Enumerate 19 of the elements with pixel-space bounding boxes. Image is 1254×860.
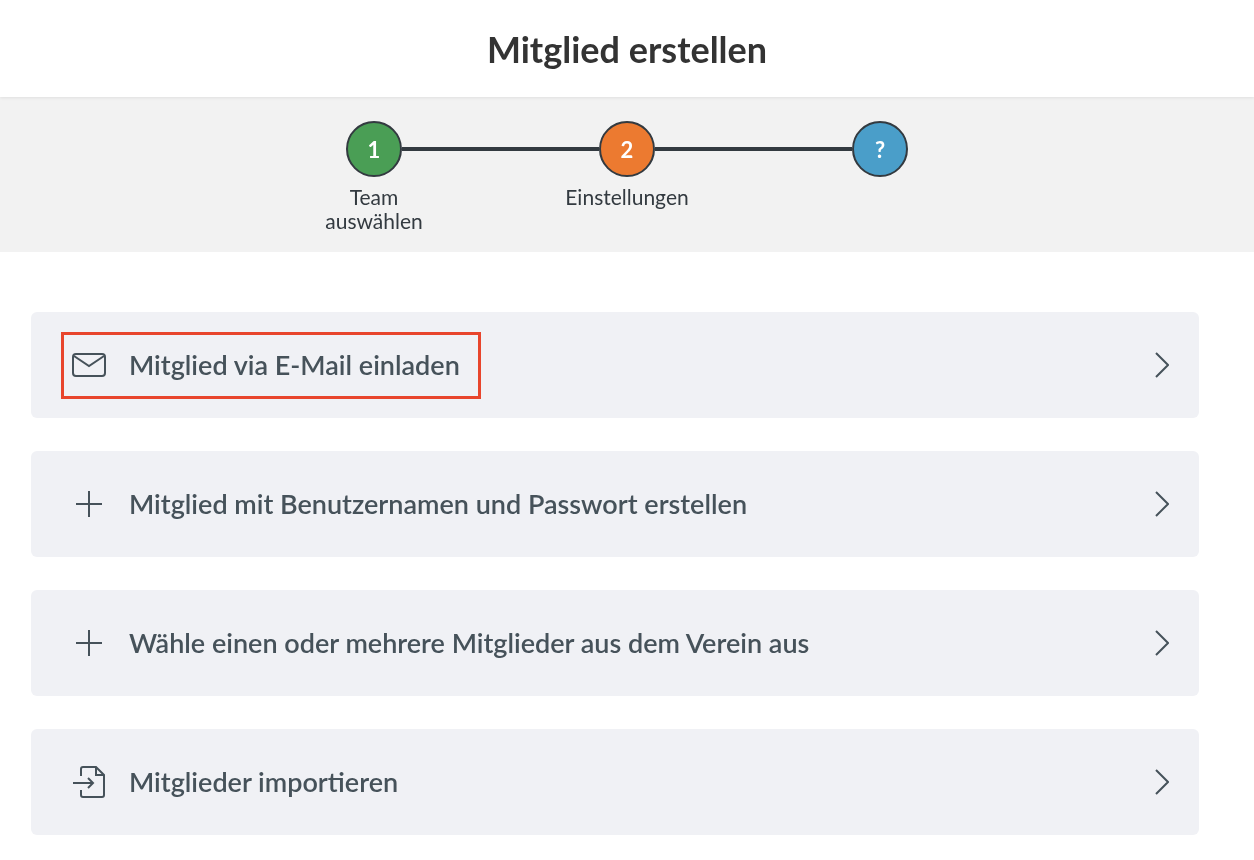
option-label: Mitglied via E-Mail einladen [129, 346, 460, 383]
option-card[interactable]: Mitglieder importieren [31, 729, 1199, 835]
page-title: Mitglied erstellen [486, 25, 768, 73]
option-label: Wähle einen oder mehrere Mitglieder aus dem Verein aus [129, 624, 810, 661]
chevron-right-icon [1155, 491, 1169, 517]
option-card[interactable]: Mitglied mit Benutzernamen und Passwort erstellen [31, 451, 1199, 557]
chevron-right-icon [1155, 630, 1169, 656]
option-label: Mitglied mit Benutzernamen und Passwort erstellen [129, 485, 748, 522]
import-file-icon [72, 766, 106, 798]
option-label: Mitglieder importieren [129, 763, 399, 800]
plus-icon [75, 490, 103, 518]
chevron-right-icon [1155, 352, 1169, 378]
option-card[interactable]: Wähle einen oder mehrere Mitglieder aus dem Verein aus [31, 590, 1199, 696]
envelope-icon [72, 353, 106, 377]
option-card[interactable]: Mitglied via E-Mail einladen [31, 312, 1199, 418]
chevron-right-icon [1155, 769, 1169, 795]
plus-icon [75, 629, 103, 657]
step-label: Einstellungen [564, 185, 690, 209]
step-label: Team auswählen [324, 185, 424, 233]
